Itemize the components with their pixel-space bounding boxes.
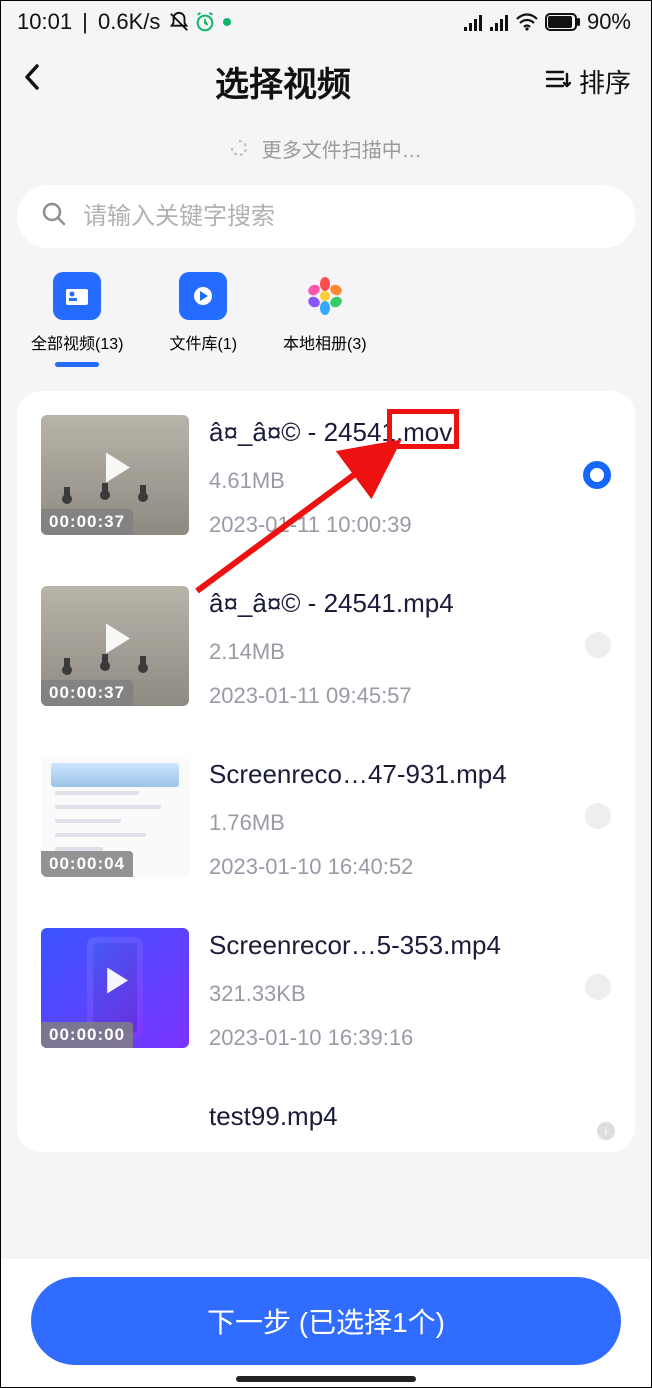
- tab-all-videos[interactable]: 全部视频(13): [31, 272, 123, 367]
- library-icon: [179, 272, 227, 320]
- video-duration: 00:00:00: [41, 1022, 133, 1048]
- video-timestamp: 2023-01-11 09:45:57: [209, 683, 611, 709]
- battery-icon: [545, 13, 581, 31]
- select-radio[interactable]: [585, 803, 611, 829]
- video-thumbnail: 00:00:00: [41, 928, 189, 1048]
- play-icon: [92, 445, 138, 496]
- clock-text: 10:01: [17, 9, 72, 35]
- video-timestamp: 2023-01-10 16:40:52: [209, 854, 611, 880]
- video-row[interactable]: 00:00:37 â¤_â¤© - 24541.mp4 2.14MB 2023-…: [17, 562, 635, 733]
- video-filename: test99.mp4: [209, 1101, 611, 1132]
- search-input[interactable]: [83, 203, 611, 231]
- video-list: 00:00:37 â¤_â¤© - 24541.mov 4.61MB 2023-…: [17, 391, 635, 1152]
- spinner-icon: [230, 139, 248, 163]
- video-duration: 00:00:37: [41, 680, 133, 706]
- video-duration: 00:00:37: [41, 509, 133, 535]
- category-tabs: 全部视频(13) 文件库(1) 本地相册(3): [1, 272, 651, 391]
- search-icon: [41, 201, 67, 232]
- video-row[interactable]: 00:00:00 Screenrecor…5-353.mp4 321.33KB …: [17, 904, 635, 1075]
- tab-file-library[interactable]: 文件库(1): [169, 272, 237, 367]
- video-row[interactable]: 00:00:04 Screenreco…47-931.mp4 1.76MB 20…: [17, 733, 635, 904]
- select-radio[interactable]: [585, 632, 611, 658]
- video-info: test99.mp4: [189, 1099, 611, 1138]
- video-filesize: 2.14MB: [209, 639, 611, 665]
- video-filename: Screenreco…47-931.mp4: [209, 759, 611, 790]
- status-left: 10:01 | 0.6K/s: [17, 9, 232, 35]
- play-icon: [92, 616, 138, 667]
- sort-label: 排序: [579, 63, 631, 100]
- next-step-button[interactable]: 下一步 (已选择1个): [31, 1277, 621, 1365]
- video-filesize: 4.61MB: [209, 468, 611, 494]
- alarm-icon: [194, 11, 216, 33]
- annotation-highlight-box: [387, 409, 459, 449]
- dot-icon: [222, 17, 232, 27]
- page-title: 选择视频: [21, 57, 545, 106]
- bottom-bar: 下一步 (已选择1个): [1, 1259, 651, 1387]
- video-folder-icon: [53, 272, 101, 320]
- tab-label: 文件库(1): [169, 330, 237, 354]
- gallery-icon: [301, 272, 349, 320]
- scanning-text: 更多文件扫描中…: [262, 140, 422, 162]
- tab-label: 本地相册(3): [283, 330, 367, 354]
- home-indicator[interactable]: [236, 1376, 416, 1382]
- video-info: Screenrecor…5-353.mp4 321.33KB 2023-01-1…: [189, 928, 611, 1051]
- video-timestamp: 2023-01-11 10:00:39: [209, 512, 611, 538]
- video-filename: â¤_â¤© - 24541.mp4: [209, 588, 611, 619]
- battery-text: 90%: [587, 9, 631, 35]
- video-info: Screenreco…47-931.mp4 1.76MB 2023-01-10 …: [189, 757, 611, 880]
- video-filesize: 1.76MB: [209, 810, 611, 836]
- scanning-indicator: 更多文件扫描中…: [1, 116, 651, 185]
- video-info: â¤_â¤© - 24541.mp4 2.14MB 2023-01-11 09:…: [189, 586, 611, 709]
- status-right: 90%: [463, 9, 631, 35]
- info-icon[interactable]: i: [597, 1122, 615, 1140]
- tab-label: 全部视频(13): [31, 330, 123, 354]
- video-thumbnail: 00:00:04: [41, 757, 189, 877]
- video-timestamp: 2023-01-10 16:39:16: [209, 1025, 611, 1051]
- video-thumbnail: 00:00:37: [41, 586, 189, 706]
- select-radio[interactable]: [585, 974, 611, 1000]
- select-radio[interactable]: [583, 461, 611, 489]
- video-filename: Screenrecor…5-353.mp4: [209, 930, 611, 961]
- video-thumbnail: 00:00:37: [41, 415, 189, 535]
- status-bar: 10:01 | 0.6K/s 90%: [1, 1, 651, 39]
- sort-button[interactable]: 排序: [545, 63, 631, 100]
- video-row[interactable]: test99.mp4: [17, 1075, 635, 1142]
- video-row[interactable]: 00:00:37 â¤_â¤© - 24541.mov 4.61MB 2023-…: [17, 391, 635, 562]
- signal-1-icon: [463, 13, 483, 31]
- video-filesize: 321.33KB: [209, 981, 611, 1007]
- sort-icon: [545, 66, 571, 97]
- play-icon: [95, 961, 135, 1006]
- video-duration: 00:00:04: [41, 851, 133, 877]
- bell-off-icon: [168, 11, 190, 33]
- tab-local-album[interactable]: 本地相册(3): [283, 272, 367, 367]
- tab-indicator: [55, 362, 99, 367]
- wifi-icon: [515, 13, 539, 31]
- network-speed: 0.6K/s: [98, 9, 160, 35]
- nav-bar: 选择视频 排序: [1, 39, 651, 116]
- search-container[interactable]: [17, 185, 635, 248]
- signal-2-icon: [489, 13, 509, 31]
